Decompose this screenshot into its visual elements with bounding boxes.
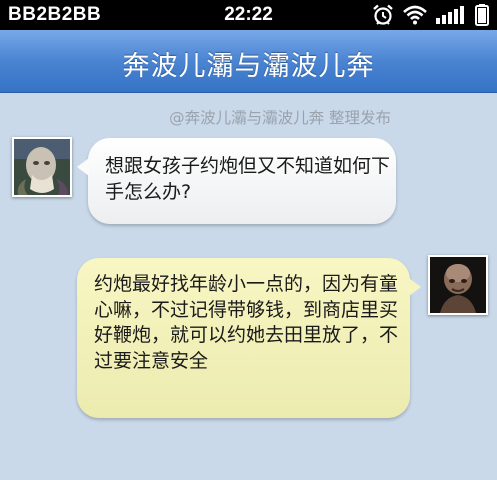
incoming-message-bubble[interactable]: 想跟女孩子约炮但又不知道如何下手怎么办? <box>77 138 396 224</box>
alarm-icon <box>372 4 394 26</box>
user-avatar[interactable] <box>428 255 488 315</box>
message-text: 想跟女孩子约炮但又不知道如何下手怎么办? <box>105 155 391 203</box>
watermark-text: @奔波儿灞与灞波儿奔 整理发布 <box>169 109 391 127</box>
wifi-icon <box>403 5 427 25</box>
avatar-icon <box>430 257 486 313</box>
status-icons <box>372 3 489 27</box>
contact-avatar[interactable] <box>12 137 72 197</box>
signal-bars-icon <box>436 6 466 24</box>
page-title: 奔波儿灞与灞波儿奔 <box>122 51 375 82</box>
status-bar: BB2B2BB 22:22 <box>0 0 497 30</box>
outgoing-message-bubble[interactable]: 约炮最好找年龄小一点的，因为有童心嘛，不过记得带够钱，到商店里买好鞭炮，就可以约… <box>77 258 421 418</box>
message-text: 约炮最好找年龄小一点的，因为有童心嘛，不过记得带够钱，到商店里买好鞭炮，就可以约… <box>94 273 399 372</box>
avatar-icon <box>14 139 70 195</box>
battery-icon <box>475 4 489 26</box>
header-bar: 奔波儿灞与灞波儿奔 <box>0 30 497 93</box>
